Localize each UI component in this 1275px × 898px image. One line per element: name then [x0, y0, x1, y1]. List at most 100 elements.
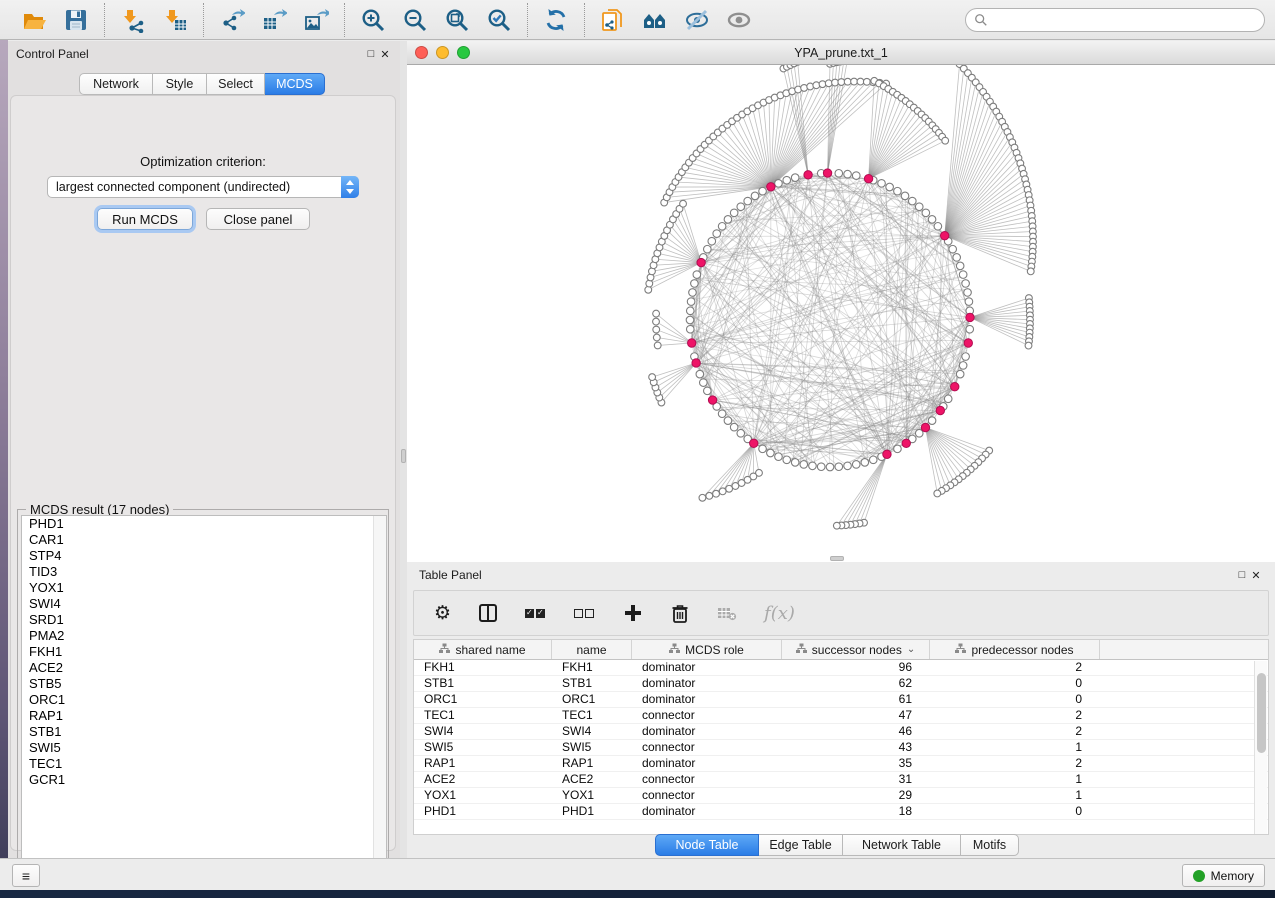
network-node[interactable]	[965, 298, 973, 306]
network-node[interactable]	[833, 522, 840, 529]
selected-mcds-node[interactable]	[864, 174, 872, 182]
mcds-result-list[interactable]: PHD1CAR1STP4TID3YOX1SWI4SRD1PMA2FKH1ACE2…	[21, 515, 387, 877]
network-node[interactable]	[718, 222, 726, 230]
tab-style[interactable]: Style	[153, 73, 207, 95]
network-node[interactable]	[878, 180, 886, 188]
network-node[interactable]	[680, 200, 687, 207]
mcds-result-item[interactable]: CAR1	[22, 532, 386, 548]
table-settings-icon[interactable]: ⚙	[434, 602, 451, 625]
network-node[interactable]	[744, 197, 752, 205]
network-node[interactable]	[915, 203, 923, 211]
selected-mcds-node[interactable]	[688, 339, 696, 347]
task-history-button[interactable]: ≡	[12, 864, 40, 887]
memory-button[interactable]: Memory	[1182, 864, 1265, 887]
optimization-criterion-select[interactable]: largest connected component (undirected)	[47, 176, 359, 198]
network-node[interactable]	[944, 395, 952, 403]
table-row[interactable]: SWI5SWI5connector431	[414, 740, 1268, 756]
network-node[interactable]	[719, 488, 726, 495]
network-node[interactable]	[894, 187, 902, 195]
mcds-result-item[interactable]: ACE2	[22, 660, 386, 676]
network-node[interactable]	[653, 334, 660, 341]
import-network-icon[interactable]	[119, 6, 147, 34]
tab-motifs[interactable]: Motifs	[961, 834, 1019, 856]
mcds-result-item[interactable]: STP4	[22, 548, 386, 564]
close-panel-icon[interactable]: ✕	[378, 48, 392, 61]
network-node[interactable]	[838, 79, 845, 86]
selected-mcds-node[interactable]	[902, 439, 910, 447]
select-all-rows-icon[interactable]	[525, 609, 547, 618]
table-row[interactable]: STB1STB1dominator620	[414, 676, 1268, 692]
network-window-titlebar[interactable]: YPA_prune.txt_1	[407, 41, 1275, 65]
hide-selected-icon[interactable]	[683, 6, 711, 34]
network-node[interactable]	[953, 254, 961, 262]
clone-network-icon[interactable]	[599, 6, 627, 34]
network-node[interactable]	[852, 172, 860, 180]
selected-mcds-node[interactable]	[767, 183, 775, 191]
network-node[interactable]	[724, 417, 732, 425]
network-node[interactable]	[724, 216, 732, 224]
network-node[interactable]	[726, 485, 733, 492]
mcds-result-item[interactable]: SWI5	[22, 740, 386, 756]
vertical-splitter[interactable]	[400, 41, 407, 890]
network-node[interactable]	[869, 456, 877, 464]
mcds-result-item[interactable]: RAP1	[22, 708, 386, 724]
network-node[interactable]	[922, 209, 930, 217]
column-header-name[interactable]: name	[552, 640, 632, 659]
network-node[interactable]	[959, 271, 967, 279]
tab-select[interactable]: Select	[207, 73, 265, 95]
add-column-icon[interactable]	[623, 603, 643, 623]
mcds-result-item[interactable]: GCR1	[22, 772, 386, 788]
table-row[interactable]: ORC1ORC1dominator610	[414, 692, 1268, 708]
network-node[interactable]	[800, 461, 808, 469]
network-node[interactable]	[813, 82, 820, 89]
network-node[interactable]	[737, 203, 745, 211]
network-node[interactable]	[700, 379, 708, 387]
network-node[interactable]	[689, 289, 697, 297]
selected-mcds-node[interactable]	[697, 258, 705, 266]
network-node[interactable]	[956, 262, 964, 270]
zoom-selected-icon[interactable]	[485, 6, 513, 34]
selected-mcds-node[interactable]	[940, 231, 948, 239]
network-node[interactable]	[908, 197, 916, 205]
network-node[interactable]	[934, 222, 942, 230]
selected-mcds-node[interactable]	[804, 171, 812, 179]
network-node[interactable]	[696, 370, 704, 378]
network-node[interactable]	[825, 80, 832, 87]
network-node[interactable]	[783, 176, 791, 184]
mcds-result-item[interactable]: SRD1	[22, 612, 386, 628]
select-stepper-icon[interactable]	[341, 176, 359, 198]
network-node[interactable]	[730, 423, 738, 431]
network-node[interactable]	[819, 81, 826, 88]
selected-mcds-node[interactable]	[708, 396, 716, 404]
column-header-shared-name[interactable]: shared name	[414, 640, 552, 659]
network-node[interactable]	[832, 79, 839, 86]
network-node[interactable]	[686, 316, 694, 324]
network-node[interactable]	[693, 271, 701, 279]
network-node[interactable]	[791, 459, 799, 467]
horizontal-splitter-grip[interactable]	[830, 556, 844, 561]
delete-column-icon[interactable]	[670, 603, 690, 623]
selected-mcds-node[interactable]	[823, 169, 831, 177]
network-node[interactable]	[704, 387, 712, 395]
network-node[interactable]	[775, 180, 783, 188]
export-network-icon[interactable]	[218, 6, 246, 34]
selected-mcds-node[interactable]	[921, 423, 929, 431]
network-node[interactable]	[844, 462, 852, 470]
mcds-result-item[interactable]: STB1	[22, 724, 386, 740]
column-header-predecessor-nodes[interactable]: predecessor nodes	[930, 640, 1100, 659]
table-row[interactable]: ACE2ACE2connector311	[414, 772, 1268, 788]
search-box[interactable]	[965, 8, 1265, 32]
network-node[interactable]	[649, 374, 656, 381]
tab-edge-table[interactable]: Edge Table	[759, 834, 843, 856]
network-node[interactable]	[894, 445, 902, 453]
network-node[interactable]	[713, 230, 721, 238]
network-node[interactable]	[686, 325, 694, 333]
show-hide-panel-icon[interactable]	[725, 6, 753, 34]
network-node[interactable]	[654, 342, 661, 349]
save-session-icon[interactable]	[62, 6, 90, 34]
network-node[interactable]	[653, 310, 660, 317]
search-network-icon[interactable]	[641, 6, 669, 34]
table-row[interactable]: FKH1FKH1dominator962	[414, 660, 1268, 676]
mcds-result-item[interactable]: YOX1	[22, 580, 386, 596]
network-node[interactable]	[751, 192, 759, 200]
